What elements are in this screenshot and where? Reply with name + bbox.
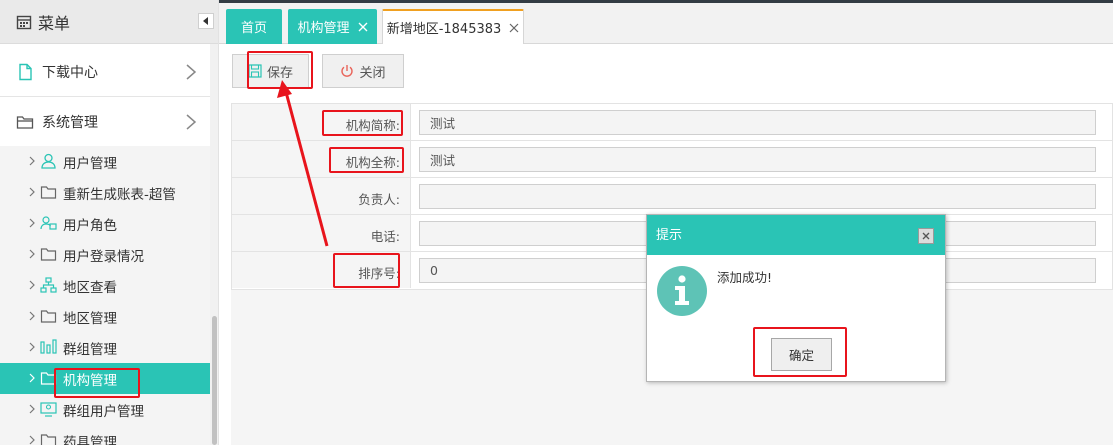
full-name-input[interactable] bbox=[419, 147, 1096, 172]
sidebar-item-region-management[interactable]: 地区管理 bbox=[0, 301, 210, 332]
dialog-title: 提示 bbox=[656, 228, 683, 243]
close-button[interactable]: 关闭 bbox=[322, 54, 404, 88]
caret-right-icon bbox=[29, 280, 35, 290]
sidebar-item-region-view[interactable]: 地区查看 bbox=[0, 270, 210, 301]
caret-right-icon bbox=[29, 373, 35, 383]
chevron-right-icon bbox=[186, 64, 197, 80]
tab-home[interactable]: 首页 bbox=[226, 9, 282, 44]
caret-right-icon bbox=[29, 249, 35, 259]
folder-icon bbox=[40, 310, 57, 323]
sidebar-item-regenerate-ledger[interactable]: 重新生成账表-超管 bbox=[0, 177, 210, 208]
sidebar-item-group-management[interactable]: 群组管理 bbox=[0, 332, 210, 363]
save-icon bbox=[248, 64, 262, 78]
sidebar-submenu: 用户管理 重新生成账表-超管 用户角色 用户登录情况 地区查看 地区管理 群组管… bbox=[0, 146, 210, 445]
caret-right-icon bbox=[29, 404, 35, 414]
sidebar-group-label: 系统管理 bbox=[42, 115, 98, 131]
sidebar-item-label: 用户登录情况 bbox=[63, 249, 144, 265]
ok-button-label: 确定 bbox=[788, 348, 814, 363]
sidebar-item-label: 用户管理 bbox=[63, 156, 117, 172]
menu-title: 菜单 bbox=[38, 13, 71, 33]
sidebar-scrollbar-thumb[interactable] bbox=[212, 316, 217, 445]
calendar-icon bbox=[16, 14, 32, 30]
caret-right-icon bbox=[29, 342, 35, 352]
sidebar-item-label: 群组管理 bbox=[63, 342, 117, 358]
sidebar-group-download[interactable]: 下载中心 bbox=[0, 47, 210, 97]
user-icon bbox=[41, 153, 56, 169]
form-row-full-name: 机构全称: bbox=[232, 141, 1113, 178]
tab-add-region[interactable]: 新增地区-1845383 bbox=[382, 9, 524, 44]
menu-header: 菜单 bbox=[0, 0, 218, 44]
sidebar-item-user-roles[interactable]: 用户角色 bbox=[0, 208, 210, 239]
form-label: 排序号: bbox=[358, 266, 400, 281]
save-button-label: 保存 bbox=[266, 65, 293, 81]
form-label-cell: 电话: bbox=[232, 215, 411, 251]
caret-left-icon bbox=[203, 17, 208, 25]
form-label-cell: 排序号: bbox=[232, 252, 411, 288]
form-label: 电话: bbox=[370, 229, 400, 244]
manager-input[interactable] bbox=[419, 184, 1096, 209]
form-label-cell: 机构简称: bbox=[232, 104, 411, 140]
form-label-cell: 负责人: bbox=[232, 178, 411, 214]
tab-org-management[interactable]: 机构管理 bbox=[288, 9, 377, 44]
save-button[interactable]: 保存 bbox=[232, 54, 309, 88]
info-icon bbox=[657, 266, 707, 316]
close-icon[interactable] bbox=[358, 22, 368, 32]
caret-right-icon bbox=[29, 187, 35, 197]
sidebar-item-label: 重新生成账表-超管 bbox=[63, 187, 176, 203]
sidebar: 菜单 下载中心 系统管理 用户管理 重新生成账表-超管 用户角色 用户登录情况 … bbox=[0, 0, 219, 445]
folder-icon bbox=[40, 186, 57, 199]
sidebar-item-label: 药具管理 bbox=[63, 435, 117, 445]
tab-label: 机构管理 bbox=[297, 21, 350, 36]
group-chart-icon bbox=[40, 339, 57, 354]
sidebar-collapse-button[interactable] bbox=[198, 13, 214, 29]
sidebar-item-org-management[interactable]: 机构管理 bbox=[0, 363, 210, 394]
sidebar-item-label: 群组用户管理 bbox=[63, 404, 144, 420]
folder-icon bbox=[16, 116, 34, 129]
close-button-label: 关闭 bbox=[359, 65, 386, 81]
caret-right-icon bbox=[29, 156, 35, 166]
form-label: 负责人: bbox=[358, 192, 400, 207]
document-icon bbox=[19, 63, 32, 81]
dialog-close-button[interactable] bbox=[918, 228, 934, 244]
sidebar-item-label: 用户角色 bbox=[63, 218, 117, 234]
form-label: 机构全称: bbox=[345, 155, 400, 170]
app-window: 菜单 下载中心 系统管理 用户管理 重新生成账表-超管 用户角色 用户登录情况 … bbox=[0, 0, 1113, 445]
form-row-short-name: 机构简称: bbox=[232, 104, 1113, 141]
close-icon[interactable] bbox=[509, 23, 519, 33]
power-icon bbox=[341, 65, 354, 77]
dialog-header: 提示 bbox=[647, 215, 945, 255]
user-role-icon bbox=[40, 216, 57, 230]
monitor-user-icon bbox=[40, 402, 57, 417]
folder-icon bbox=[40, 248, 57, 261]
close-icon bbox=[922, 232, 930, 240]
sidebar-item-group-user-management[interactable]: 群组用户管理 bbox=[0, 394, 210, 425]
sidebar-item-login-status[interactable]: 用户登录情况 bbox=[0, 239, 210, 270]
caret-right-icon bbox=[29, 435, 35, 445]
tab-label: 新增地区-1845383 bbox=[386, 22, 502, 37]
chevron-right-icon bbox=[186, 114, 197, 130]
sidebar-group-label: 下载中心 bbox=[42, 65, 98, 81]
folder-icon bbox=[40, 434, 57, 445]
sidebar-item-label: 地区管理 bbox=[63, 311, 117, 327]
short-name-input[interactable] bbox=[419, 110, 1096, 135]
sidebar-item-label: 机构管理 bbox=[63, 373, 117, 389]
ok-button[interactable]: 确定 bbox=[771, 338, 832, 371]
form-label-cell: 机构全称: bbox=[232, 141, 411, 177]
caret-right-icon bbox=[29, 311, 35, 321]
dialog-message: 添加成功! bbox=[717, 270, 773, 285]
alert-dialog: 提示 添加成功! 确定 bbox=[646, 214, 946, 382]
sidebar-item-label: 地区查看 bbox=[63, 280, 117, 296]
caret-right-icon bbox=[29, 218, 35, 228]
top-dark-strip bbox=[219, 0, 1113, 3]
form-row-manager: 负责人: bbox=[232, 178, 1113, 215]
sidebar-item-user-management[interactable]: 用户管理 bbox=[0, 146, 210, 177]
form-label: 机构简称: bbox=[345, 118, 400, 133]
hierarchy-icon bbox=[40, 277, 57, 293]
tab-label: 首页 bbox=[240, 21, 267, 36]
sidebar-group-system[interactable]: 系统管理 bbox=[0, 97, 210, 147]
folder-icon bbox=[40, 372, 57, 385]
sidebar-item-contraceptive-management[interactable]: 药具管理 bbox=[0, 425, 210, 445]
